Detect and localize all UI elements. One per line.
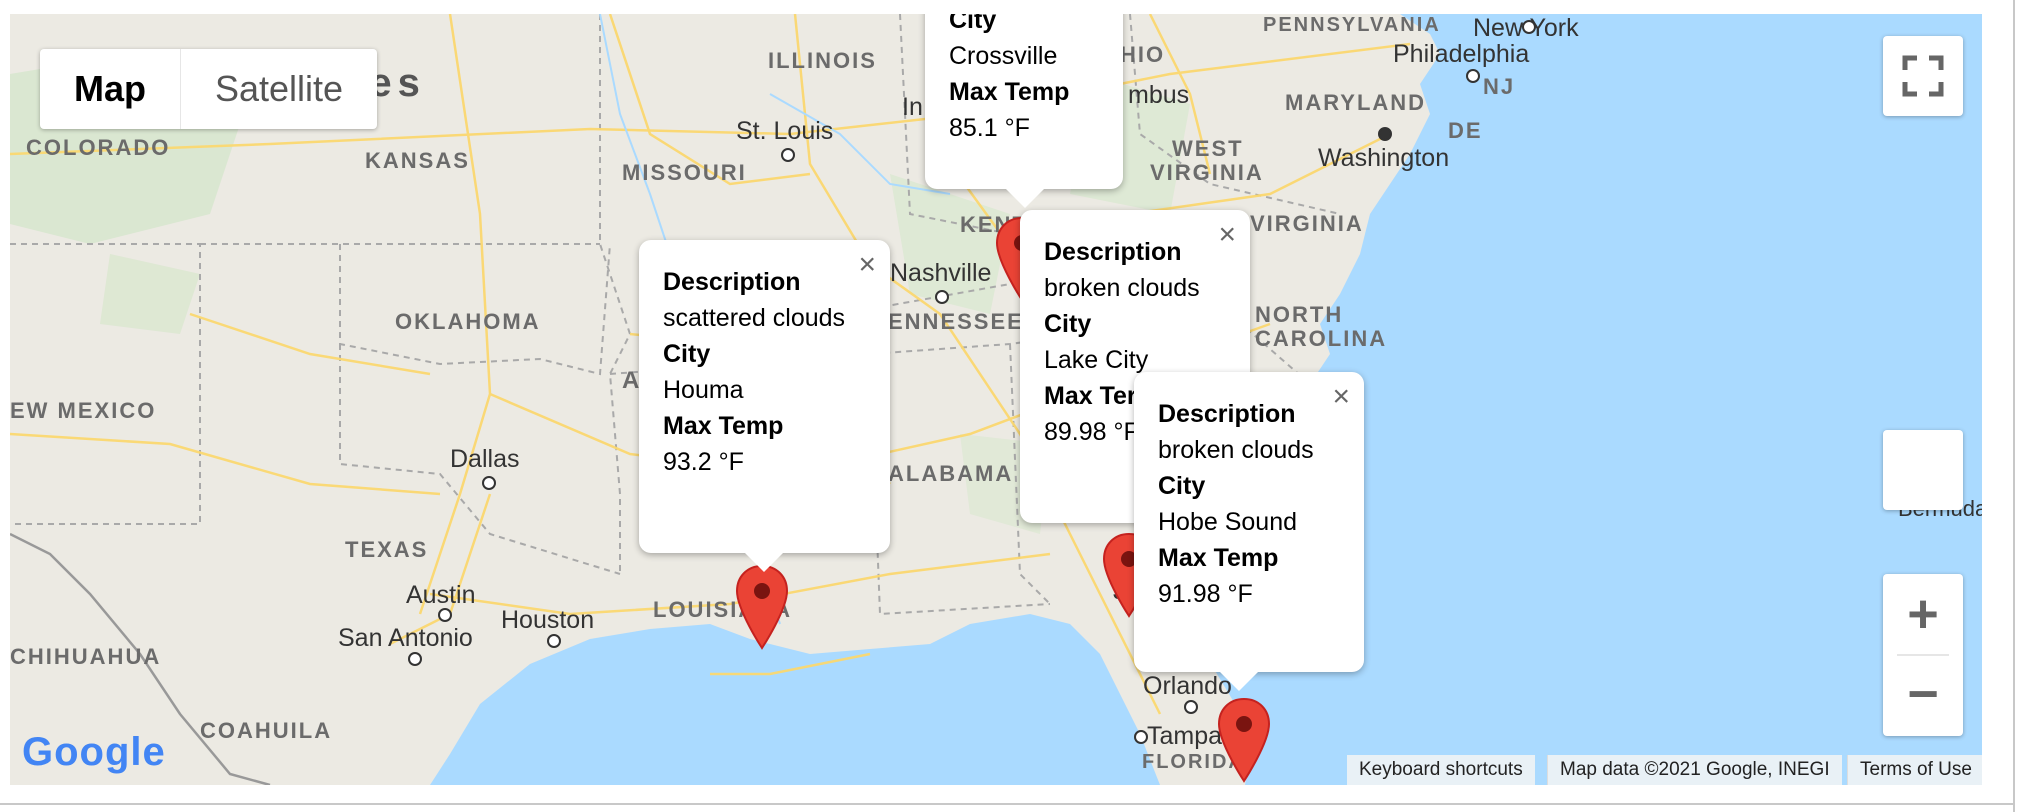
google-logo-text: Google [22,730,166,774]
close-icon[interactable]: × [1332,382,1350,412]
map-type-satellite-button[interactable]: Satellite [181,49,377,129]
keyboard-shortcuts-link[interactable]: Keyboard shortcuts [1347,755,1535,785]
zoom-in-button[interactable]: + [1883,574,1963,654]
state-label-pennsylvania: PENNSYLVANIA [1263,14,1441,36]
state-label-illinois: ILLINOIS [768,48,877,73]
state-label-texas: TEXAS [345,537,429,562]
city-dot-austin [438,608,452,622]
info-desc-value: scattered clouds [663,304,846,332]
info-city-label: City [663,340,711,368]
info-temp-value: 93.2 °F [663,448,744,476]
fullscreen-button[interactable] [1883,36,1963,116]
map-type-control: Map Satellite [40,49,378,129]
info-desc-value: broken clouds [1158,436,1314,464]
city-label-washington: Washington [1318,144,1450,172]
info-temp-label: Max Temp [663,412,784,440]
info-temp-label: Max Temp [949,78,1070,106]
info-window-hobe-sound: × Description broken clouds City Hobe So… [1134,372,1364,691]
info-window-tail [744,552,784,572]
city-label-tampa: Tampa [1147,722,1223,750]
info-city-label: City [1158,472,1206,500]
close-icon[interactable]: × [858,250,876,280]
city-label-philadelphia: Philadelphia [1393,40,1530,68]
info-city-value: Hobe Sound [1158,508,1298,536]
state-label-coahuila: COAHUILA [200,718,333,743]
info-desc-label: Description [1158,400,1296,428]
scrollbar-edge [2013,0,2015,812]
city-label-st-louis: St. Louis [736,117,834,145]
info-desc-label: Description [663,268,801,296]
city-label-dallas: Dallas [450,445,520,473]
state-label-ohio: HIO [1120,42,1166,67]
state-label-maryland: MARYLAND [1285,90,1427,115]
state-label-alabama: ALABAMA [888,461,1014,486]
city-dot-san-antonio [408,652,422,666]
info-city-value: Crossville [949,42,1058,70]
state-label-north: NORTH [1255,302,1344,327]
info-city-label: City [949,14,997,34]
city-label-houston: Houston [501,606,595,634]
info-desc-label: Description [1044,238,1182,266]
info-city-value: Houma [663,376,744,404]
state-label-west-virginia: VIRGINIA [1150,160,1264,185]
city-dot-orlando [1184,700,1198,714]
street-view-button[interactable] [1883,430,1963,510]
map-marker-hobe-sound[interactable] [1217,697,1271,783]
city-dot-philadelphia [1466,69,1480,83]
city-dot-houston [547,634,561,648]
state-label-new-mexico: EW MEXICO [10,398,157,423]
info-window-tail [1219,671,1259,691]
terms-of-use-link[interactable]: Terms of Use [1847,755,1982,785]
info-temp-value: 85.1 °F [949,114,1030,142]
city-dot-nashville [935,290,949,304]
city-label-san-antonio: San Antonio [338,624,473,652]
state-label-colorado: COLORADO [26,135,171,160]
map-canvas[interactable]: COLORADO KANSAS MISSOURI ILLINOIS OKLAHO… [10,14,1982,785]
state-label-missouri: MISSOURI [622,160,747,185]
state-label-kansas: KANSAS [365,148,470,173]
map-marker-houma[interactable] [735,564,789,650]
info-window-houma: × Description scattered clouds City Houm… [639,240,890,572]
state-label-nj: NJ [1483,74,1516,99]
info-city-label: City [1044,310,1092,338]
city-label-nashville: Nashville [890,259,992,287]
info-desc-value: broken clouds [1044,274,1200,302]
zoom-divider [1897,654,1949,656]
state-label-oklahoma: OKLAHOMA [395,309,541,334]
city-dot-dallas [482,476,496,490]
fullscreen-icon [1902,55,1944,97]
google-logo[interactable]: Google [22,730,166,775]
city-dot-new-york [1522,20,1536,34]
city-dot-st-louis [781,148,795,162]
info-temp-value: 91.98 °F [1158,580,1253,608]
city-label-austin: Austin [406,581,476,609]
city-label-columbus: mbus [1128,81,1190,109]
close-icon[interactable]: × [1218,220,1236,250]
city-label-indianapolis: In [902,93,923,121]
info-window-crossville: City Crossville Max Temp 85.1 °F [925,14,1123,208]
city-dot-washington [1378,127,1392,141]
info-temp-label: Max Temp [1158,544,1279,572]
map-type-map-button[interactable]: Map [40,49,181,129]
state-label-carolina: CAROLINA [1255,326,1388,351]
state-label-chihuahua: CHIHUAHUA [10,644,162,669]
zoom-control: + − [1883,574,1963,736]
state-label-virginia: VIRGINIA [1250,211,1364,236]
state-label-de: DE [1448,118,1483,143]
map-data-attribution: Map data ©2021 Google, INEGI [1547,755,1842,785]
state-label-west: WEST [1172,136,1244,161]
city-dot-tampa [1134,730,1148,744]
bottom-divider [0,803,2013,805]
info-window-tail [1005,188,1045,208]
zoom-out-button[interactable]: − [1883,654,1963,734]
state-label-tennessee: ENNESSEE [888,309,1024,334]
